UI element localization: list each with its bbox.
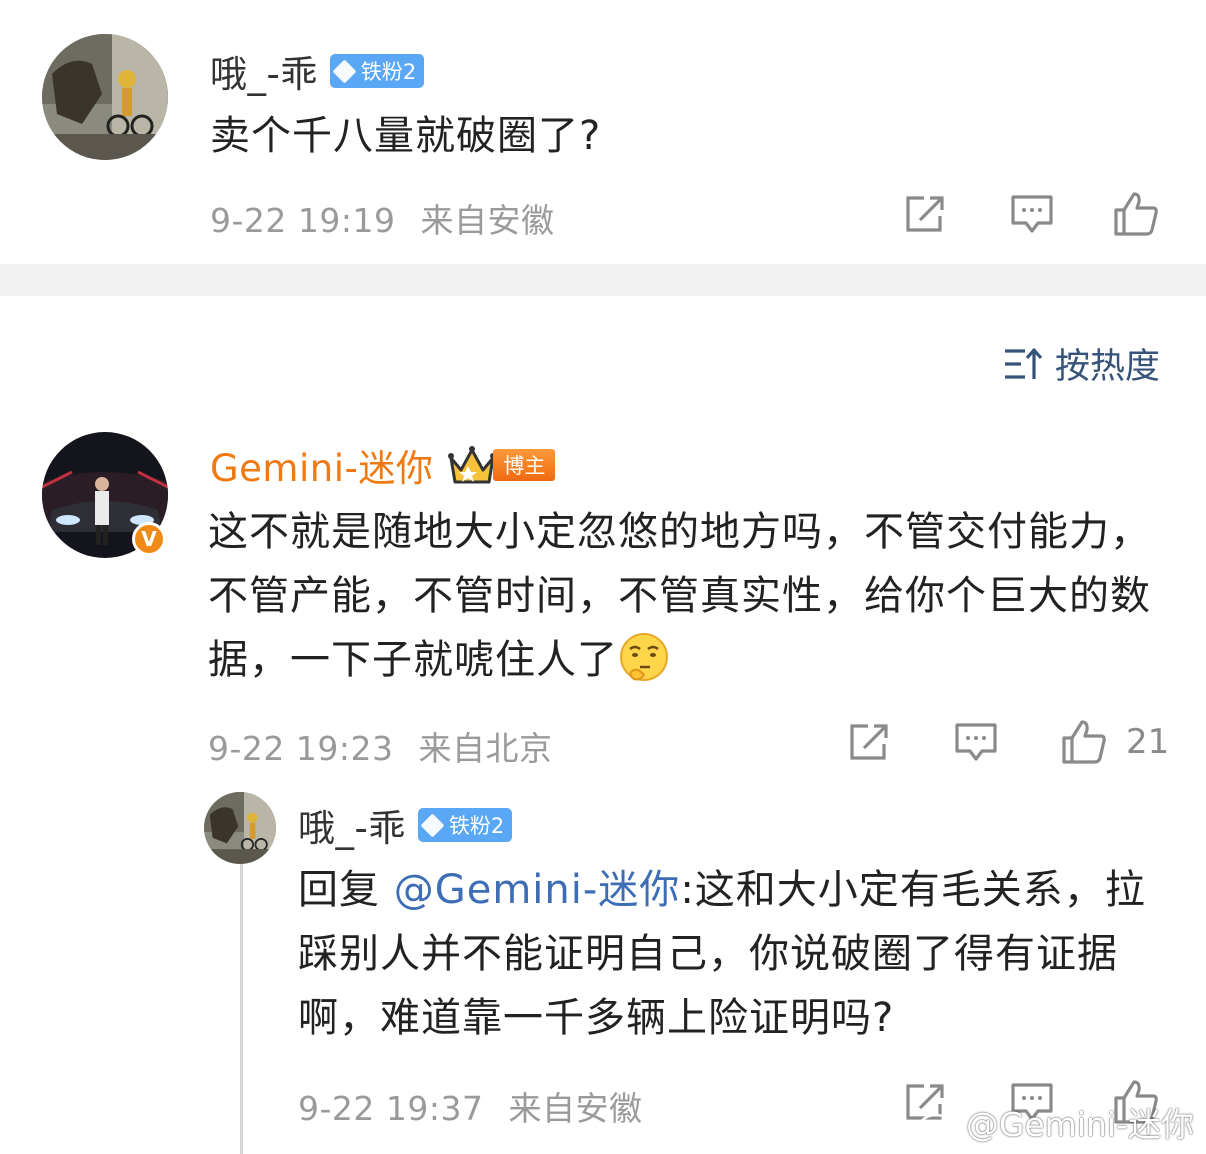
- share-button[interactable]: [904, 194, 948, 234]
- comment-text: 卖个千八量就破圈了?: [210, 113, 602, 159]
- username[interactable]: 哦_-乖: [298, 798, 406, 852]
- comment-meta: 9-22 19:19 来自安徽: [210, 194, 555, 242]
- thumbs-up-icon: [1114, 192, 1158, 236]
- share-icon: [906, 196, 944, 232]
- diamond-icon: [332, 58, 357, 84]
- reply-text: 回复 @Gemini-迷你:这和大小定有毛关系，拉踩别人并不能证明自己，你说破圈…: [298, 858, 1160, 1050]
- sort-icon: [1004, 347, 1043, 379]
- timestamp: 9-22 19:37: [298, 1089, 484, 1128]
- blogger-badge: 博主: [447, 445, 556, 485]
- fan-badge-label: 铁粉2: [360, 60, 417, 84]
- location: 来自安徽: [420, 201, 555, 240]
- comment-icon: [1011, 195, 1053, 233]
- crown-icon: [448, 446, 497, 484]
- timestamp: 9-22 19:23: [208, 729, 394, 768]
- mention-link[interactable]: @Gemini-迷你: [394, 867, 681, 913]
- location: 来自安徽: [508, 1089, 643, 1128]
- blogger-badge-label: 博主: [493, 449, 556, 481]
- comment-meta: 9-22 19:23 来自北京: [208, 722, 553, 770]
- comment-2: V Gemini-迷你 博主 这不就是随地大小定忽悠的地方吗，不管交付能力，不管…: [0, 400, 1206, 770]
- comment-text: 这不就是随地大小定忽悠的地方吗，不管交付能力，不管产能，不管时间，不管真实性，给…: [208, 500, 1160, 692]
- share-button[interactable]: [848, 722, 892, 762]
- like-button[interactable]: [1112, 190, 1160, 238]
- comment-button[interactable]: [954, 722, 998, 764]
- comment-icon: [955, 723, 997, 761]
- thinking-face-emoji: [620, 633, 668, 681]
- section-divider: [0, 264, 1206, 296]
- username[interactable]: Gemini-迷你: [210, 438, 433, 492]
- weibo-logo-icon: [918, 1105, 962, 1139]
- watermark-text: @Gemini-迷你: [965, 1105, 1194, 1144]
- diamond-icon: [420, 812, 445, 838]
- share-icon: [850, 724, 888, 760]
- comment-meta: 9-22 19:37 来自安徽: [298, 1082, 643, 1130]
- location: 来自北京: [418, 729, 553, 768]
- reply-prefix: 回复: [298, 867, 394, 913]
- comment-text-body: 这不就是随地大小定忽悠的地方吗，不管交付能力，不管产能，不管时间，不管真实性，给…: [208, 509, 1151, 683]
- fan-badge-label: 铁粉2: [448, 814, 505, 838]
- sort-by-hot-button[interactable]: 按热度: [1003, 338, 1160, 389]
- like-count: 21: [1126, 722, 1170, 762]
- like-button[interactable]: 21: [1060, 718, 1169, 766]
- comment-button[interactable]: [1010, 194, 1054, 236]
- thumbs-up-icon: [1062, 720, 1106, 764]
- avatar[interactable]: [42, 34, 168, 160]
- timestamp: 9-22 19:19: [210, 201, 396, 240]
- comment-1: 哦_-乖 铁粉2 卖个千八量就破圈了? 9-22 19:19 来自安徽: [0, 0, 1206, 264]
- verified-badge: V: [132, 522, 166, 556]
- fan-badge: 铁粉2: [417, 808, 513, 842]
- username[interactable]: 哦_-乖: [210, 44, 318, 98]
- fan-badge: 铁粉2: [329, 54, 425, 88]
- watermark: @Gemini-迷你: [918, 1098, 1194, 1146]
- avatar[interactable]: [204, 792, 276, 864]
- sort-label: 按热度: [1054, 347, 1160, 387]
